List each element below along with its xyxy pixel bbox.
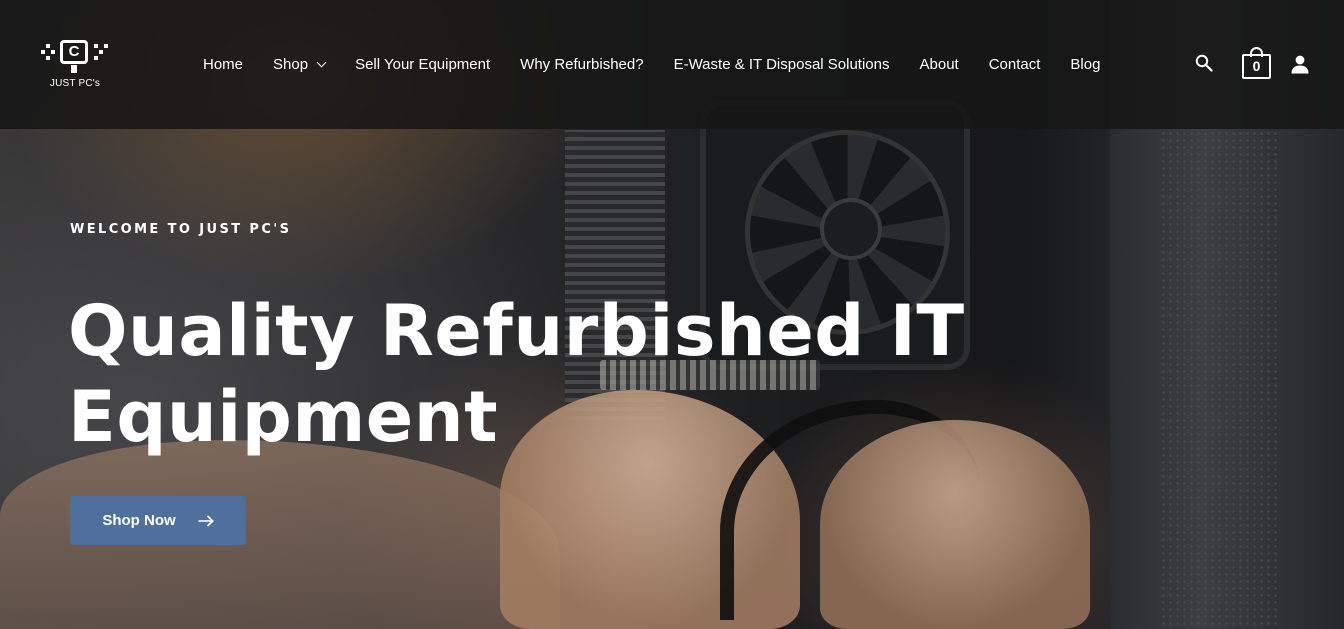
user-icon[interactable] [1290,54,1310,74]
main-navigation: Home Shop Sell Your Equipment Why Refurb… [188,44,1115,84]
nav-item-home[interactable]: Home [188,56,258,73]
nav-label: Blog [1070,55,1101,73]
cart-button[interactable]: 0 [1242,47,1271,79]
site-logo[interactable]: C JUST PC's [40,38,110,92]
hero-eyebrow: WELCOME TO JUST PC'S [70,222,292,237]
fan-hub [820,198,882,260]
logo-wordmark: JUST PC's [49,78,101,89]
nav-label: Why Refurbished? [520,55,644,73]
nav-label: Sell Your Equipment [355,55,491,73]
nav-label: Shop [273,55,309,73]
shop-now-button[interactable]: Shop Now [70,496,246,545]
pc-case-mesh [1160,130,1280,629]
nav-item-why-refurbished[interactable]: Why Refurbished? [505,56,658,73]
nav-item-blog[interactable]: Blog [1055,56,1115,73]
site-header: C JUST PC's Home Shop Sell Your Equipmen… [0,0,1344,129]
nav-item-shop[interactable]: Shop [258,56,340,73]
cart-count: 0 [1252,58,1261,74]
search-icon[interactable] [1195,54,1213,72]
nav-item-contact[interactable]: Contact [974,56,1056,73]
nav-label: Contact [988,55,1041,73]
monitor-logo-icon: C [41,38,108,74]
nav-label: About [919,55,959,73]
chevron-down-icon [316,57,327,67]
nav-item-e-waste[interactable]: E-Waste & IT Disposal Solutions [659,56,905,73]
shop-now-label: Shop Now [102,512,176,529]
arrow-right-icon [198,514,214,527]
hero-section: C JUST PC's Home Shop Sell Your Equipmen… [0,0,1344,629]
logo-letter: C [68,43,80,60]
nav-label: E-Waste & IT Disposal Solutions [673,55,890,73]
nav-label: Home [203,55,244,73]
nav-item-sell-your-equipment[interactable]: Sell Your Equipment [340,56,505,73]
hero-headline: Quality Refurbished IT Equipment [68,290,965,458]
nav-item-about[interactable]: About [905,56,974,73]
